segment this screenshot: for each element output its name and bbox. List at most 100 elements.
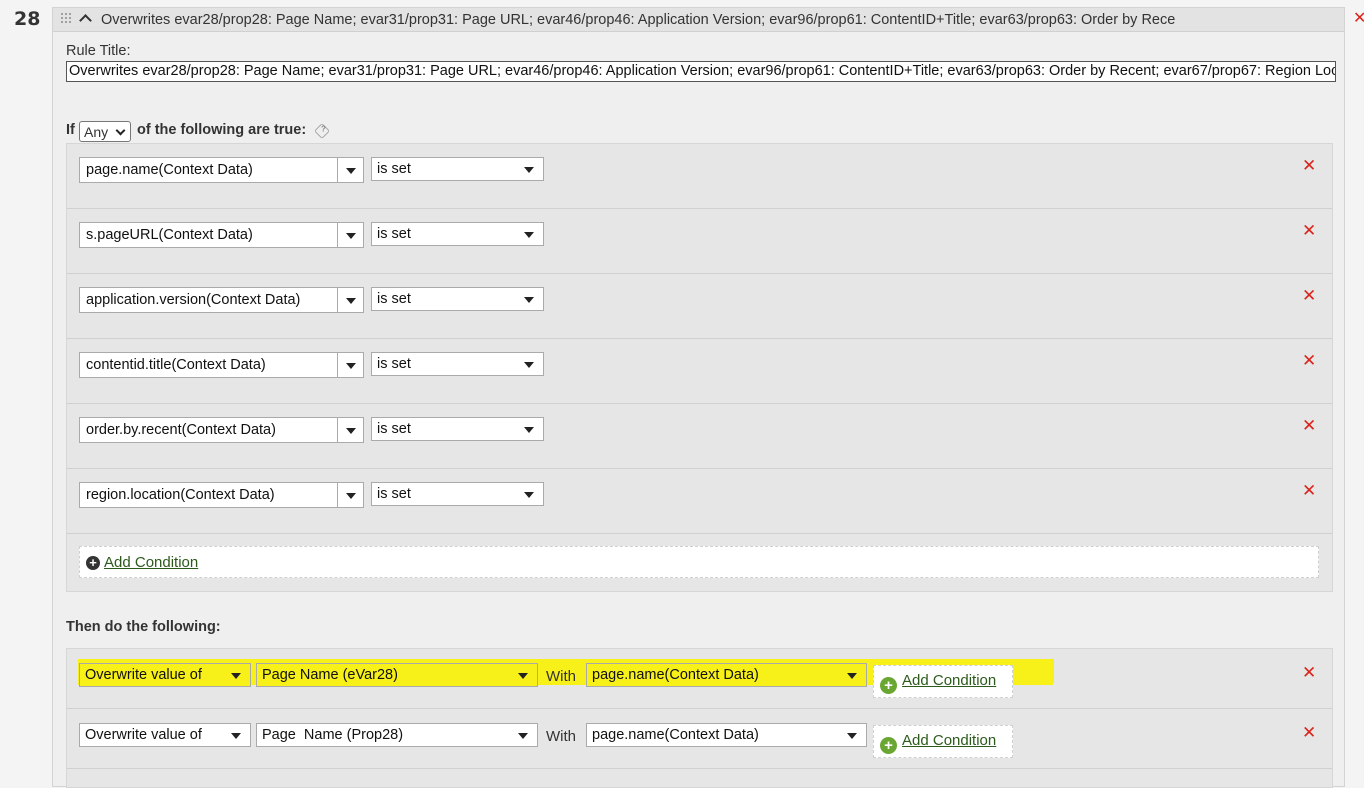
- add-condition-link[interactable]: Add Condition: [902, 672, 996, 689]
- add-condition-link[interactable]: Add Condition: [902, 732, 996, 749]
- condition-field-combo[interactable]: s.pageURL(Context Data): [79, 222, 364, 248]
- caret-down-icon: [346, 363, 356, 369]
- caret-down-icon: [524, 167, 534, 173]
- remove-action-icon[interactable]: ✕: [1302, 663, 1316, 683]
- dropdown-button[interactable]: [337, 223, 363, 247]
- actions-list: Overwrite value of Page Name (eVar28) Wi…: [66, 648, 1333, 788]
- caret-down-icon: [346, 233, 356, 239]
- with-label: With: [546, 728, 576, 745]
- condition-operator-value: is set: [377, 486, 411, 502]
- condition-field-combo[interactable]: order.by.recent(Context Data): [79, 417, 364, 443]
- dropdown-button[interactable]: [337, 353, 363, 377]
- condition-operator-value: is set: [377, 291, 411, 307]
- caret-down-icon: [346, 493, 356, 499]
- remove-condition-icon[interactable]: ✕: [1302, 286, 1316, 306]
- caret-down-icon: [346, 428, 356, 434]
- action-type-value: Overwrite value of: [85, 727, 202, 743]
- condition-operator-value: is set: [377, 421, 411, 437]
- rule-header[interactable]: Overwrites evar28/prop28: Page Name; eva…: [53, 8, 1344, 32]
- delete-rule-icon[interactable]: ✕: [1353, 8, 1364, 28]
- condition-operator-select[interactable]: is set: [371, 157, 544, 181]
- remove-action-icon[interactable]: ✕: [1302, 723, 1316, 743]
- add-condition-link[interactable]: Add Condition: [104, 554, 198, 571]
- caret-down-icon: [524, 492, 534, 498]
- condition-row: s.pageURL(Context Data) is set ✕: [67, 209, 1332, 274]
- condition-field-value: application.version(Context Data): [86, 292, 301, 308]
- caret-down-icon: [524, 427, 534, 433]
- condition-field-value: contentid.title(Context Data): [86, 357, 266, 373]
- remove-condition-icon[interactable]: ✕: [1302, 351, 1316, 371]
- remove-condition-icon[interactable]: ✕: [1302, 416, 1316, 436]
- action-value-select[interactable]: page.name(Context Data): [586, 663, 867, 687]
- add-condition-area: + Add Condition: [79, 546, 1319, 578]
- action-value-select[interactable]: page.name(Context Data): [586, 723, 867, 747]
- drag-handle-icon[interactable]: [60, 12, 72, 24]
- dropdown-button[interactable]: [337, 483, 363, 507]
- action-row: Overwrite value of Page Name (eVar28) Wi…: [67, 649, 1332, 709]
- action-variable-select[interactable]: Page Name (eVar28): [256, 663, 538, 687]
- action-value-text: page.name(Context Data): [592, 727, 759, 743]
- caret-down-icon: [524, 362, 534, 368]
- condition-field-value: order.by.recent(Context Data): [86, 422, 276, 438]
- condition-row: order.by.recent(Context Data) is set ✕: [67, 404, 1332, 469]
- caret-down-icon: [847, 733, 857, 739]
- condition-field-combo[interactable]: application.version(Context Data): [79, 287, 364, 313]
- caret-down-icon: [231, 733, 241, 739]
- condition-operator-value: is set: [377, 161, 411, 177]
- then-label: Then do the following:: [66, 619, 221, 635]
- remove-condition-icon[interactable]: ✕: [1302, 156, 1316, 176]
- condition-field-combo[interactable]: region.location(Context Data): [79, 482, 364, 508]
- rule-header-title: Overwrites evar28/prop28: Page Name; eva…: [101, 12, 1176, 28]
- action-type-value: Overwrite value of: [85, 667, 202, 683]
- condition-row: application.version(Context Data) is set…: [67, 274, 1332, 339]
- condition-operator-value: is set: [377, 226, 411, 242]
- dropdown-button[interactable]: [337, 418, 363, 442]
- condition-operator-value: is set: [377, 356, 411, 372]
- add-action-condition-area: + Add Condition: [873, 725, 1013, 758]
- rule-title-label: Rule Title:: [66, 43, 131, 59]
- condition-field-value: page.name(Context Data): [86, 162, 253, 178]
- with-label: With: [546, 668, 576, 685]
- conditions-list: page.name(Context Data) is set ✕ s.pageU…: [66, 143, 1333, 592]
- condition-row: page.name(Context Data) is set ✕: [67, 144, 1332, 209]
- plus-circle-icon[interactable]: +: [880, 737, 897, 754]
- condition-operator-select[interactable]: is set: [371, 482, 544, 506]
- add-action-condition-area: + Add Condition: [873, 665, 1013, 698]
- caret-down-icon: [524, 297, 534, 303]
- action-variable-value: Page Name (eVar28): [262, 667, 398, 683]
- help-icon[interactable]: ?: [314, 123, 330, 139]
- plus-circle-icon[interactable]: +: [880, 677, 897, 694]
- action-variable-select[interactable]: Page Name (Prop28): [256, 723, 538, 747]
- condition-field-value: region.location(Context Data): [86, 487, 275, 503]
- caret-down-icon: [231, 673, 241, 679]
- condition-row: region.location(Context Data) is set ✕: [67, 469, 1332, 534]
- action-type-select[interactable]: Overwrite value of: [79, 723, 251, 747]
- condition-operator-select[interactable]: is set: [371, 417, 544, 441]
- action-type-select[interactable]: Overwrite value of: [79, 663, 251, 687]
- condition-field-combo[interactable]: page.name(Context Data): [79, 157, 364, 183]
- match-type-select[interactable]: Any: [79, 121, 131, 142]
- condition-operator-select[interactable]: is set: [371, 287, 544, 311]
- action-variable-value: Page Name (Prop28): [262, 727, 404, 743]
- caret-down-icon: [518, 673, 528, 679]
- plus-circle-icon[interactable]: +: [86, 556, 100, 570]
- match-type-value: Any: [84, 124, 109, 140]
- rule-title-input[interactable]: Overwrites evar28/prop28: Page Name; eva…: [66, 61, 1336, 82]
- chevron-up-icon[interactable]: [79, 14, 92, 27]
- rule-number: 28: [14, 8, 41, 30]
- remove-condition-icon[interactable]: ✕: [1302, 481, 1316, 501]
- condition-operator-select[interactable]: is set: [371, 352, 544, 376]
- chevron-down-icon: [115, 125, 126, 136]
- condition-field-combo[interactable]: contentid.title(Context Data): [79, 352, 364, 378]
- condition-operator-select[interactable]: is set: [371, 222, 544, 246]
- condition-row: contentid.title(Context Data) is set ✕: [67, 339, 1332, 404]
- condition-field-value: s.pageURL(Context Data): [86, 227, 253, 243]
- rule-panel: Overwrites evar28/prop28: Page Name; eva…: [52, 7, 1345, 788]
- dropdown-button[interactable]: [337, 158, 363, 182]
- dropdown-button[interactable]: [337, 288, 363, 312]
- action-value-text: page.name(Context Data): [592, 667, 759, 683]
- caret-down-icon: [346, 298, 356, 304]
- caret-down-icon: [847, 673, 857, 679]
- remove-condition-icon[interactable]: ✕: [1302, 221, 1316, 241]
- caret-down-icon: [346, 168, 356, 174]
